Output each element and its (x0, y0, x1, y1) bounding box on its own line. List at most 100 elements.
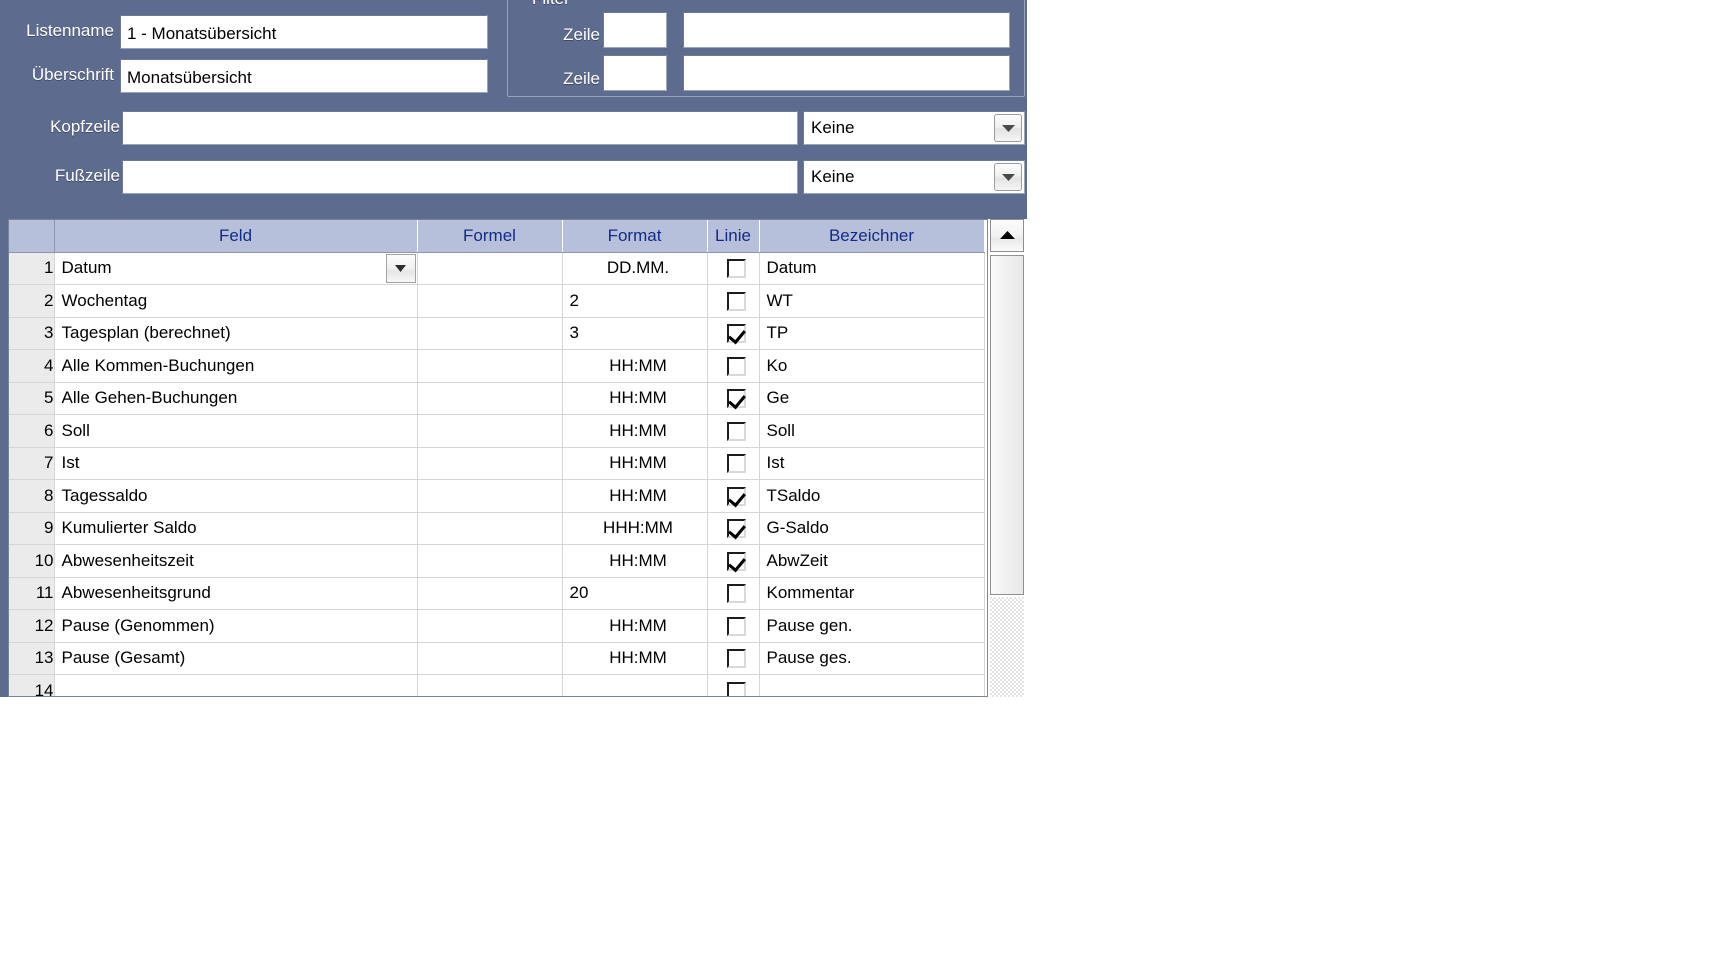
cell-format[interactable]: HH:MM (562, 609, 708, 643)
cell-formel[interactable] (417, 414, 563, 448)
cell-bezeichner[interactable]: Ist (759, 447, 985, 480)
cell-linie[interactable] (707, 577, 760, 610)
cell-format[interactable]: HH:MM (562, 349, 708, 383)
cell-feld[interactable]: Tagessaldo (54, 479, 418, 513)
grid-header-linie[interactable]: Linie (707, 220, 760, 253)
cell-bezeichner[interactable]: Kommentar (759, 577, 985, 610)
checkbox-unchecked-icon[interactable] (727, 259, 746, 279)
row-number[interactable]: 13 (9, 642, 55, 675)
table-row[interactable]: 8 Tagessaldo HH:MM TSaldo (9, 479, 985, 513)
cell-formel[interactable] (417, 544, 563, 578)
table-row[interactable]: 3 Tagesplan (berechnet) 3 TP (9, 317, 985, 350)
grid-header-formel[interactable]: Formel (417, 220, 563, 253)
cell-linie[interactable] (707, 414, 760, 448)
cell-formel[interactable] (417, 252, 563, 285)
fusszeile-input[interactable] (122, 160, 798, 194)
cell-bezeichner[interactable]: TP (759, 317, 985, 350)
cell-bezeichner[interactable]: Soll (759, 414, 985, 448)
cell-bezeichner[interactable]: G-Saldo (759, 512, 985, 545)
filter-row2-number-input[interactable] (603, 55, 667, 91)
scroll-up-arrow-icon[interactable] (990, 219, 1024, 252)
cell-bezeichner[interactable]: Ko (759, 349, 985, 383)
cell-linie[interactable] (707, 479, 760, 513)
cell-linie[interactable] (707, 642, 760, 675)
cell-linie[interactable] (707, 349, 760, 383)
cell-bezeichner[interactable]: WT (759, 284, 985, 318)
kopfzeile-select[interactable]: Keine (803, 111, 1025, 145)
row-number[interactable]: 12 (9, 609, 55, 643)
row-number[interactable]: 1 (9, 252, 55, 285)
cell-linie[interactable] (707, 317, 760, 350)
cell-feld[interactable]: Kumulierter Saldo (54, 512, 418, 545)
filter-row1-text-input[interactable] (683, 12, 1010, 48)
fusszeile-select[interactable]: Keine (803, 160, 1025, 194)
row-number[interactable]: 5 (9, 382, 55, 415)
row-number[interactable]: 9 (9, 512, 55, 545)
cell-linie[interactable] (707, 252, 760, 285)
row-number[interactable]: 7 (9, 447, 55, 480)
grid-header-format[interactable]: Format (562, 220, 708, 253)
cell-linie[interactable] (707, 674, 760, 696)
grid-header-corner[interactable] (9, 220, 55, 253)
cell-format[interactable]: HHH:MM (562, 512, 708, 545)
checkbox-unchecked-icon[interactable] (727, 421, 746, 441)
cell-feld[interactable]: Tagesplan (berechnet) (54, 317, 418, 350)
cell-bezeichner[interactable]: Datum (759, 252, 985, 285)
table-row[interactable]: 13 Pause (Gesamt) HH:MM Pause ges. (9, 642, 985, 675)
cell-feld[interactable] (54, 674, 418, 696)
cell-feld[interactable]: Alle Kommen-Buchungen (54, 349, 418, 383)
chevron-down-icon[interactable] (994, 163, 1022, 191)
cell-formel[interactable] (417, 382, 563, 415)
table-row[interactable]: 10 Abwesenheitszeit HH:MM AbwZeit (9, 544, 985, 578)
grid-vertical-scrollbar[interactable] (987, 219, 1027, 697)
cell-formel[interactable] (417, 577, 563, 610)
fields-grid[interactable]: Feld Formel Format Linie Bezeichner 1 Dat… (8, 219, 1027, 697)
cell-bezeichner[interactable]: TSaldo (759, 479, 985, 513)
row-number[interactable]: 14 (9, 674, 55, 696)
table-row[interactable]: 9 Kumulierter Saldo HHH:MM G-Saldo (9, 512, 985, 545)
table-row[interactable]: 5 Alle Gehen-Buchungen HH:MM Ge (9, 382, 985, 415)
cell-format[interactable]: 20 (562, 577, 708, 610)
cell-bezeichner[interactable]: Ge (759, 382, 985, 415)
row-number[interactable]: 10 (9, 544, 55, 578)
cell-format[interactable] (562, 674, 708, 696)
checkbox-unchecked-icon[interactable] (727, 616, 746, 636)
checkbox-unchecked-icon[interactable] (727, 356, 746, 376)
cell-linie[interactable] (707, 382, 760, 415)
checkbox-unchecked-icon[interactable] (727, 454, 746, 474)
kopfzeile-input[interactable] (122, 111, 798, 145)
cell-feld[interactable]: Wochentag (54, 284, 418, 318)
cell-format[interactable]: DD.MM. (562, 252, 708, 285)
cell-linie[interactable] (707, 447, 760, 480)
scrollbar-track[interactable] (990, 597, 1024, 697)
table-row[interactable]: 6 Soll HH:MM Soll (9, 414, 985, 448)
cell-feld[interactable]: Pause (Gesamt) (54, 642, 418, 675)
cell-bezeichner[interactable] (759, 674, 985, 696)
cell-bezeichner[interactable]: Pause ges. (759, 642, 985, 675)
cell-format[interactable]: HH:MM (562, 382, 708, 415)
chevron-down-icon[interactable] (385, 253, 416, 283)
row-number[interactable]: 3 (9, 317, 55, 350)
cell-linie[interactable] (707, 544, 760, 578)
cell-feld[interactable]: Datum (54, 252, 418, 285)
cell-bezeichner[interactable]: Pause gen. (759, 609, 985, 643)
cell-feld[interactable]: Ist (54, 447, 418, 480)
cell-format[interactable]: HH:MM (562, 447, 708, 480)
cell-feld[interactable]: Pause (Genommen) (54, 609, 418, 643)
checkbox-checked-icon[interactable] (727, 389, 746, 409)
table-row[interactable]: 2 Wochentag 2 WT (9, 284, 985, 318)
cell-format[interactable]: 3 (562, 317, 708, 350)
table-row[interactable]: 11 Abwesenheitsgrund 20 Kommentar (9, 577, 985, 610)
grid-header-bezeichner[interactable]: Bezeichner (759, 220, 985, 253)
filter-row2-text-input[interactable] (683, 55, 1010, 91)
filter-row1-number-input[interactable] (603, 12, 667, 48)
cell-bezeichner[interactable]: AbwZeit (759, 544, 985, 578)
cell-linie[interactable] (707, 284, 760, 318)
row-number[interactable]: 2 (9, 284, 55, 318)
checkbox-checked-icon[interactable] (727, 324, 746, 344)
cell-format[interactable]: HH:MM (562, 414, 708, 448)
ueberschrift-input[interactable]: Monatsübersicht (120, 59, 488, 93)
cell-formel[interactable] (417, 479, 563, 513)
cell-format[interactable]: 2 (562, 284, 708, 318)
cell-format[interactable]: HH:MM (562, 544, 708, 578)
